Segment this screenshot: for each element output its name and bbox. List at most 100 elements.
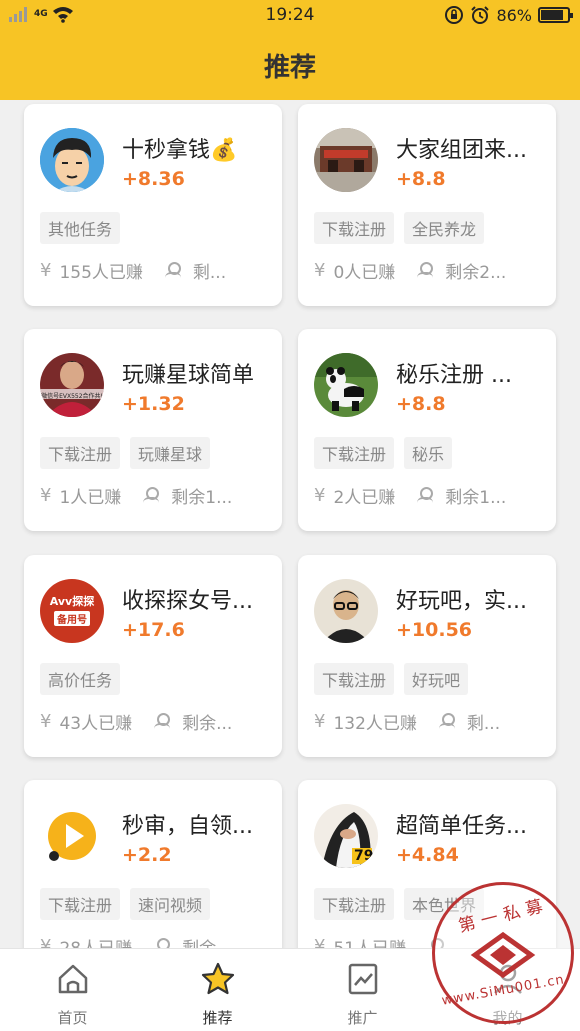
earned-count: 2人已赚 (333, 487, 396, 508)
task-tag: 速问视频 (130, 888, 211, 920)
task-avatar (314, 579, 378, 643)
remaining-count: 剩余... (182, 713, 233, 734)
person-icon (154, 713, 171, 729)
task-card[interactable]: 大家组团来... +8.8 下载注册 全民养龙 ¥ 0人已赚 剩余2... (298, 104, 556, 306)
task-avatar: Avv探探 备用号 (40, 579, 104, 643)
battery-fill (541, 10, 564, 20)
task-avatar (314, 353, 378, 417)
task-tags: 下载注册 好玩吧 (314, 663, 469, 695)
task-reward: +8.8 (396, 393, 446, 415)
status-right: 86% (444, 5, 573, 25)
task-reward: +2.2 (122, 844, 172, 866)
remaining-count: 剩... (192, 262, 227, 283)
task-stats: ¥ 132人已赚 剩... (314, 707, 546, 735)
task-card[interactable]: 好玩吧，实... +10.56 下载注册 好玩吧 ¥ 132人已赚 剩... (298, 555, 556, 757)
task-title: 超简单任务... (396, 814, 527, 839)
task-tags: 下载注册 速问视频 (40, 888, 211, 920)
person-icon (438, 713, 455, 729)
page-title: 推荐 (263, 52, 316, 83)
task-tag: 下载注册 (40, 888, 121, 920)
chart-icon (348, 963, 378, 995)
task-tags: 下载注册 玩赚星球 (40, 437, 211, 469)
avatar-text-line2: 备用号 (54, 611, 90, 626)
remaining-count: 剩... (466, 713, 501, 734)
task-title: 大家组团来... (396, 138, 527, 163)
task-title: 好玩吧，实... (396, 589, 527, 614)
watermark-stamp: 第一私募 www.SiMu001.cn (432, 882, 574, 1024)
task-reward: +10.56 (396, 619, 473, 641)
task-tag: 其他任务 (40, 212, 121, 244)
task-avatar: 79 (314, 804, 378, 868)
task-avatar (40, 128, 104, 192)
person-icon (417, 262, 434, 278)
home-icon (58, 964, 88, 994)
task-tags: 高价任务 (40, 663, 121, 695)
task-tag: 玩赚星球 (130, 437, 211, 469)
person-icon (417, 487, 434, 503)
task-stats: ¥ 0人已赚 剩余2... (314, 256, 546, 284)
task-card[interactable]: 十秒拿钱💰 +8.36 其他任务 ¥ 155人已赚 剩... (24, 104, 282, 306)
earned-count: 1人已赚 (59, 487, 122, 508)
tab-promote[interactable]: 推广 (290, 949, 435, 1031)
star-icon (201, 962, 235, 995)
task-tags: 下载注册 全民养龙 (314, 212, 485, 244)
battery-icon (538, 7, 573, 23)
task-tag: 全民养龙 (404, 212, 485, 244)
task-tag: 下载注册 (314, 437, 395, 469)
yen-icon: ¥ (314, 710, 326, 732)
yen-icon: ¥ (314, 484, 326, 506)
tab-label: 推荐 (202, 1009, 233, 1027)
task-stats: ¥ 43人已赚 剩余... (40, 707, 272, 735)
earned-count: 132人已赚 (333, 713, 417, 734)
task-reward: +17.6 (122, 619, 185, 641)
task-tag: 高价任务 (40, 663, 121, 695)
task-tag: 秘乐 (404, 437, 453, 469)
task-title: 十秒拿钱💰 (122, 138, 238, 163)
tab-label: 首页 (57, 1009, 88, 1027)
yen-icon: ¥ (40, 259, 52, 281)
task-card[interactable]: 微信号EVX552合作共! 玩赚星球简单 +1.32 下载注册 玩赚星球 ¥ 1… (24, 329, 282, 531)
task-tags: 其他任务 (40, 212, 121, 244)
task-title: 秘乐注册 ... (396, 363, 512, 388)
earned-count: 155人已赚 (59, 262, 143, 283)
task-stats: ¥ 2人已赚 剩余1... (314, 481, 546, 509)
avatar-caption: 微信号EVX552合作共! (41, 393, 103, 400)
task-title: 秒审，自领... (122, 814, 253, 839)
task-tag: 下载注册 (314, 212, 395, 244)
avatar-text-line1: Avv探探 (49, 595, 95, 608)
remaining-count: 剩余2... (445, 262, 507, 283)
yen-icon: ¥ (314, 259, 326, 281)
yen-icon: ¥ (40, 484, 52, 506)
battery-percent: 86% (496, 5, 532, 25)
tab-label: 推广 (347, 1009, 378, 1027)
status-bar: 4G 19:24 86% (0, 0, 580, 30)
remaining-count: 剩余1... (171, 487, 233, 508)
task-title: 玩赚星球简单 (122, 363, 255, 388)
tab-home[interactable]: 首页 (0, 949, 145, 1031)
rotation-lock-icon (445, 6, 464, 24)
earned-count: 0人已赚 (333, 262, 396, 283)
task-reward: +8.36 (122, 168, 185, 190)
person-icon (143, 487, 160, 503)
task-title: 收探探女号... (122, 589, 253, 614)
avatar-number: 79 (354, 848, 374, 864)
task-tag: 下载注册 (314, 663, 395, 695)
task-reward: +8.8 (396, 168, 446, 190)
task-tags: 下载注册 秘乐 (314, 437, 453, 469)
page-header: 推荐 (0, 30, 580, 100)
task-stats: ¥ 155人已赚 剩... (40, 256, 272, 284)
remaining-count: 剩余1... (445, 487, 507, 508)
alarm-icon (471, 6, 490, 24)
earned-count: 43人已赚 (59, 713, 133, 734)
task-card[interactable]: 秘乐注册 ... +8.8 下载注册 秘乐 ¥ 2人已赚 剩余1... (298, 329, 556, 531)
task-stats: ¥ 1人已赚 剩余1... (40, 481, 272, 509)
person-icon (164, 262, 181, 278)
task-card[interactable]: Avv探探 备用号 收探探女号... +17.6 高价任务 ¥ 43人已赚 剩余… (24, 555, 282, 757)
task-avatar (40, 804, 104, 868)
task-tag: 下载注册 (40, 437, 121, 469)
task-avatar (314, 128, 378, 192)
tab-recommend[interactable]: 推荐 (145, 949, 290, 1031)
task-reward: +1.32 (122, 393, 185, 415)
task-tag: 好玩吧 (404, 663, 469, 695)
task-avatar: 微信号EVX552合作共! (40, 353, 104, 417)
